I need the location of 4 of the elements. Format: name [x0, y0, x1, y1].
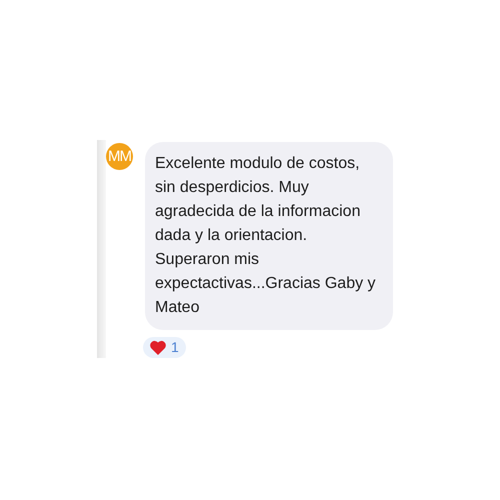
reaction-button[interactable]: 1: [143, 337, 186, 358]
comment-text: Excelente modulo de costos, sin desperdicios. Muy agradecida de la informacion dada y la orientacion. Superaron mis expectactivas...Gracias Gaby y Mateo: [155, 154, 377, 318]
avatar: MM: [106, 143, 133, 170]
heart-icon: [149, 340, 167, 355]
